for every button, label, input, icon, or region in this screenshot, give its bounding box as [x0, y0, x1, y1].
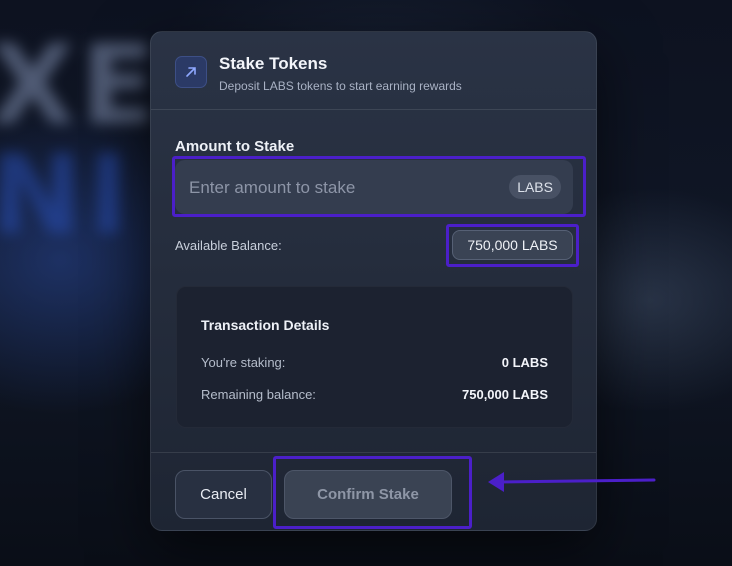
transaction-details-title: Transaction Details — [201, 317, 330, 333]
amount-label: Amount to Stake — [175, 138, 295, 155]
tx-row-label: Remaining balance: — [201, 387, 316, 402]
amount-input[interactable] — [187, 160, 491, 216]
tx-row-value: 750,000 LABS — [462, 387, 548, 402]
modal-title: Stake Tokens — [219, 54, 328, 73]
token-unit-badge: LABS — [509, 175, 561, 199]
available-balance-label: Available Balance: — [175, 238, 282, 253]
amount-input-field[interactable]: LABS — [175, 160, 573, 216]
cancel-button[interactable]: Cancel — [175, 470, 272, 519]
tx-row-value: 0 LABS — [501, 355, 548, 370]
modal-header: Stake Tokens Deposit LABS tokens to star… — [151, 32, 596, 110]
stake-tokens-modal: Stake Tokens Deposit LABS tokens to star… — [150, 31, 597, 531]
modal-subtitle: Deposit LABS tokens to start earning rew… — [219, 79, 462, 93]
arrow-up-right-icon — [175, 56, 207, 88]
available-balance-value[interactable]: 750,000 LABS — [452, 230, 573, 260]
pointer-arrow-icon — [488, 472, 656, 492]
tx-row-label: You're staking: — [201, 355, 286, 370]
confirm-stake-button[interactable]: Confirm Stake — [284, 470, 452, 519]
transaction-details-card: Transaction Details You're staking: 0 LA… — [176, 286, 573, 428]
